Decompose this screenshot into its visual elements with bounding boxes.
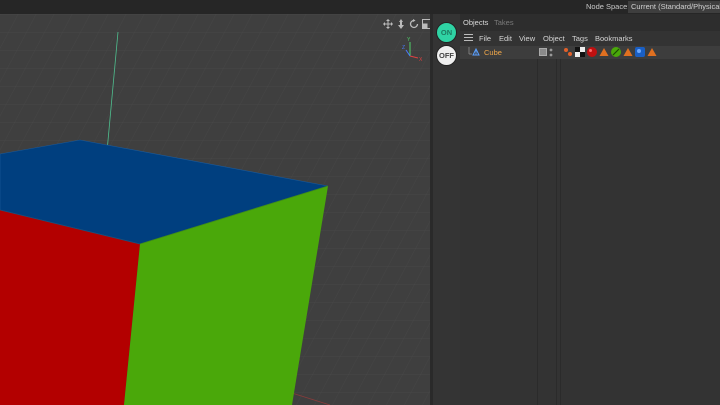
rotate-icon[interactable] [408, 18, 419, 29]
warning-tag-icon[interactable] [647, 47, 657, 57]
hamburger-menu-icon[interactable] [464, 34, 473, 41]
object-row-cube[interactable]: Cube [460, 46, 720, 59]
tab-objects[interactable]: Objects [463, 18, 488, 27]
column-separator[interactable] [560, 59, 561, 405]
column-separator[interactable] [537, 59, 538, 405]
3d-viewport[interactable]: Y X Z [0, 14, 430, 405]
menu-edit[interactable]: Edit [499, 34, 512, 43]
top-bar: Node Space: Current (Standard/Physical) [0, 0, 720, 14]
red-material-icon[interactable] [587, 47, 597, 57]
layer-on-button[interactable]: ON [436, 22, 457, 43]
om-tab-bar: Objects Takes [460, 14, 720, 31]
object-name[interactable]: Cube [484, 48, 502, 57]
tab-takes[interactable]: Takes [494, 18, 514, 27]
blue-material-icon[interactable] [635, 47, 645, 57]
node-space-dropdown[interactable]: Current (Standard/Physical) [628, 1, 720, 13]
warning-tag-icon[interactable] [623, 47, 633, 57]
phong-tag-icon[interactable] [563, 47, 573, 57]
menu-bookmarks[interactable]: Bookmarks [595, 34, 633, 43]
menu-object[interactable]: Object [543, 34, 565, 43]
viewport-nav-icons [382, 18, 430, 30]
column-separator[interactable] [556, 59, 557, 405]
cube-object-icon [468, 47, 480, 56]
object-manager: Objects Takes File Edit View Object Tags… [460, 14, 720, 405]
zoom-icon[interactable] [395, 18, 406, 29]
maximize-icon[interactable] [421, 18, 430, 29]
menu-tags[interactable]: Tags [572, 34, 588, 43]
visibility-dots-icon[interactable] [549, 47, 553, 58]
checker-material-icon[interactable] [575, 47, 585, 57]
move-icon[interactable] [382, 18, 393, 29]
green-material-icon[interactable] [611, 47, 621, 57]
menu-file[interactable]: File [479, 34, 491, 43]
menu-view[interactable]: View [519, 34, 535, 43]
layer-off-button[interactable]: OFF [436, 45, 457, 66]
om-menu-bar: File Edit View Object Tags Bookmarks [460, 31, 720, 45]
gizmo-z-label: Z [402, 45, 405, 51]
layer-color-box[interactable] [539, 48, 547, 56]
node-space-label: Node Space: [586, 2, 630, 11]
viewport-scene: Y X Z [0, 14, 430, 405]
warning-tag-icon[interactable] [599, 47, 609, 57]
layer-column: ON OFF [433, 14, 460, 405]
